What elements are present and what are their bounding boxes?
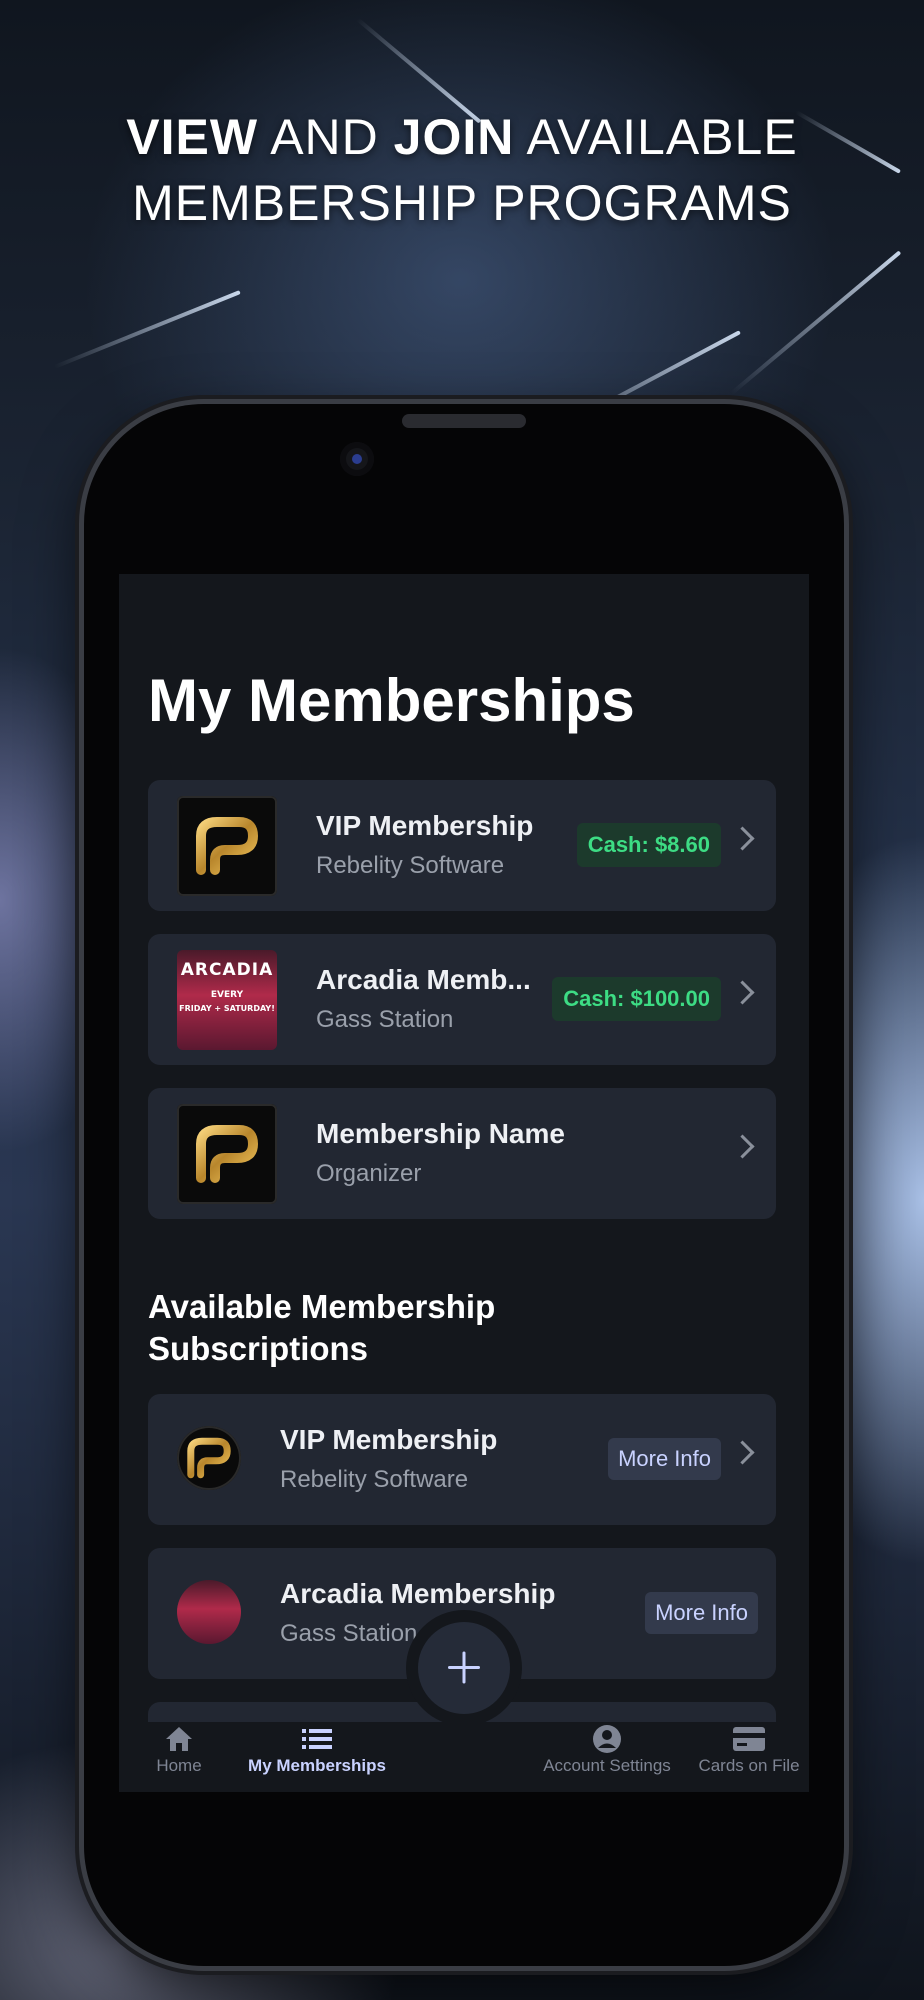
poster-line: EVERY — [210, 990, 244, 1000]
membership-title: Arcadia Memb... — [316, 964, 531, 995]
headline-line-2: MEMBERSHIP PROGRAMS — [132, 175, 792, 231]
membership-card[interactable]: ARCADIA EVERY FRIDAY + SATURDAY! Arcadia… — [148, 934, 776, 1065]
available-membership-card[interactable]: VIP Membership Rebelity Software More In… — [148, 1394, 776, 1525]
light-beam — [730, 250, 902, 395]
tab-label: My Memberships — [248, 1756, 386, 1775]
more-info-button[interactable]: More Info — [645, 1592, 758, 1634]
rebelity-logo-icon — [177, 1104, 277, 1204]
membership-organizer: Rebelity Software — [280, 1466, 469, 1493]
tab-label: Account Settings — [543, 1756, 671, 1775]
cash-balance-badge: Cash: $8.60 — [576, 823, 721, 867]
section-title: Available Membership Subscriptions — [148, 1288, 496, 1367]
membership-title: VIP Membership — [280, 1424, 498, 1455]
rebelity-logo-icon — [177, 1426, 241, 1490]
chevron-right-icon — [730, 980, 755, 1005]
camera-icon — [340, 442, 374, 476]
tab-label: Cards on File — [698, 1756, 800, 1775]
tab-cards-on-file[interactable]: Cards on File — [691, 1722, 807, 1792]
light-beam — [53, 290, 241, 369]
membership-title: VIP Membership — [316, 810, 534, 841]
phone-frame: My Memberships VIP Membership Rebelity S… — [84, 404, 844, 1966]
membership-organizer: Rebelity Software — [316, 852, 505, 879]
membership-title: Membership Name — [316, 1118, 565, 1149]
arcadia-poster-thumbnail — [177, 1580, 241, 1644]
poster-days: FRIDAY + SATURDAY! — [179, 1004, 275, 1013]
rebelity-logo-icon — [177, 796, 277, 896]
membership-card[interactable]: Membership Name Organizer — [148, 1088, 776, 1219]
home-icon — [139, 1722, 219, 1756]
poster-title: ARCADIA — [180, 960, 274, 980]
chevron-right-icon — [730, 1134, 755, 1159]
tab-label: Home — [156, 1756, 202, 1775]
membership-organizer: Organizer — [316, 1160, 422, 1187]
tab-my-memberships[interactable]: My Memberships — [237, 1722, 397, 1792]
chevron-right-icon — [730, 1440, 755, 1465]
chevron-right-icon — [730, 826, 755, 851]
arcadia-poster-thumbnail: ARCADIA EVERY FRIDAY + SATURDAY! — [177, 950, 277, 1050]
headline-line-1: VIEW AND JOIN AVAILABLE — [126, 109, 798, 165]
add-membership-button[interactable] — [418, 1622, 510, 1714]
account-icon — [527, 1722, 687, 1756]
bottom-tab-bar: Home My Memberships Account Settings Car… — [119, 1722, 809, 1792]
more-info-button[interactable]: More Info — [608, 1438, 721, 1480]
membership-card[interactable]: VIP Membership Rebelity Software Cash: $… — [148, 780, 776, 911]
card-icon — [691, 1722, 807, 1756]
list-icon — [237, 1722, 397, 1756]
membership-organizer: Gass Station — [280, 1620, 418, 1647]
membership-organizer: Gass Station — [316, 1006, 454, 1033]
membership-title: Arcadia Membership — [280, 1578, 556, 1609]
tab-account-settings[interactable]: Account Settings — [527, 1722, 687, 1792]
tab-home[interactable]: Home — [139, 1722, 219, 1792]
page-title: My Memberships — [148, 667, 635, 734]
promo-headline: VIEW AND JOIN AVAILABLE MEMBERSHIP PROGR… — [0, 104, 924, 236]
app-screen: My Memberships VIP Membership Rebelity S… — [119, 574, 809, 1792]
cash-balance-badge: Cash: $100.00 — [552, 977, 721, 1021]
phone-speaker — [402, 414, 526, 428]
